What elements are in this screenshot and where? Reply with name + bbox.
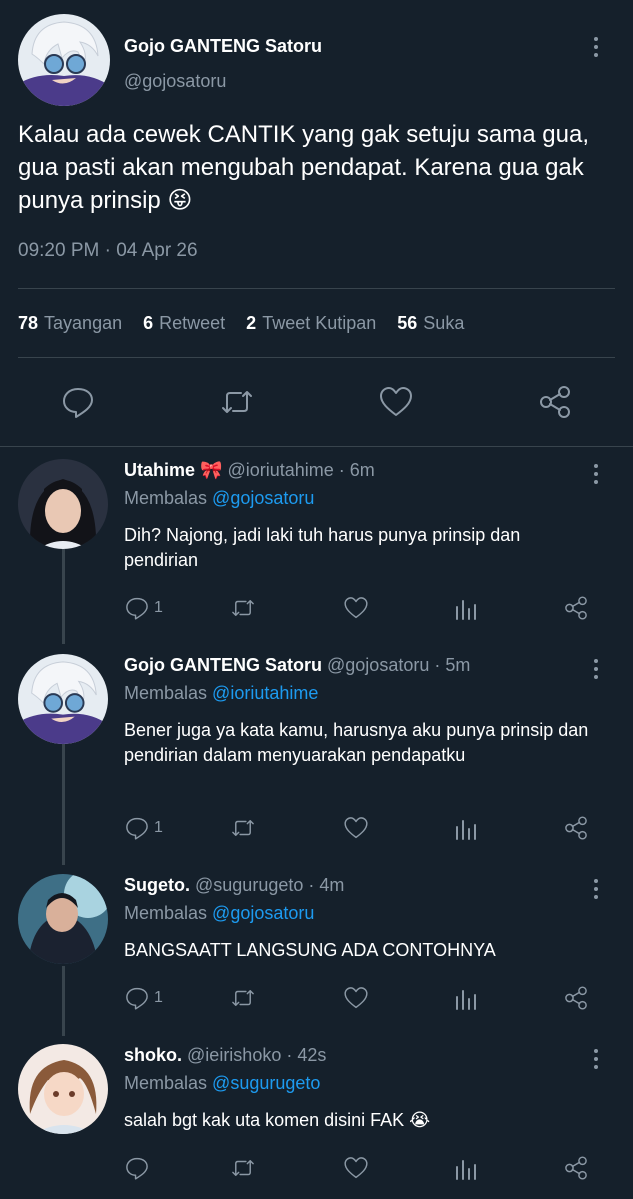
more-vertical-icon[interactable] [586, 1046, 606, 1072]
more-vertical-icon[interactable] [586, 876, 606, 902]
reply-tweet[interactable]: shoko. @ieirishoko · 42s Membalas @sugur… [0, 1044, 633, 1194]
more-vertical-icon[interactable] [586, 656, 606, 682]
replying-to: Membalas @sugurugeto [124, 1073, 321, 1093]
reply-button[interactable]: 1 [124, 983, 163, 1013]
reply-icon [126, 987, 148, 1010]
heart-icon[interactable] [343, 1153, 369, 1183]
reply-text: salah bgt kak uta komen disini FAK 😭 [124, 1110, 431, 1130]
reply-text: BANGSAATT LANGSUNG ADA CONTOHNYA [124, 940, 496, 960]
reply-actions: 1 [118, 983, 618, 1013]
views-icon[interactable] [453, 983, 479, 1013]
reply-button[interactable]: 1 [124, 593, 163, 623]
reply-tweet[interactable]: Gojo GANTENG Satoru @gojosatoru · 5m Mem… [0, 654, 633, 854]
stat-likes[interactable]: 56 Suka [397, 313, 464, 334]
author-name[interactable]: Sugeto. [124, 875, 190, 895]
author-handle[interactable]: @sugurugeto [195, 875, 303, 895]
mention-link[interactable]: @ioriutahime [212, 683, 318, 703]
more-vertical-icon[interactable] [586, 461, 606, 487]
main-tweet-header: Gojo GANTENG Satoru @gojosatoru [18, 14, 618, 106]
avatar[interactable] [18, 14, 110, 106]
more-vertical-icon[interactable] [586, 34, 606, 60]
retweet-icon[interactable] [230, 593, 256, 623]
mention-link[interactable]: @gojosatoru [212, 488, 314, 508]
author-handle[interactable]: @ioriutahime [227, 460, 333, 480]
replying-to: Membalas @gojosatoru [124, 903, 315, 923]
heart-icon[interactable] [378, 384, 414, 420]
reply-tweet[interactable]: Sugeto. @sugurugeto · 4m Membalas @gojos… [0, 874, 633, 1024]
views-icon[interactable] [453, 813, 479, 843]
author-name[interactable]: shoko. [124, 1045, 182, 1065]
reply-button[interactable]: 1 [124, 813, 163, 843]
reply-count: 1 [154, 599, 163, 616]
avatar[interactable] [18, 874, 108, 964]
reply-icon [126, 1157, 148, 1180]
tweet-stats: 78 Tayangan 6 Retweet 2 Tweet Kutipan 56 Suk… [18, 313, 485, 334]
share-icon[interactable] [563, 813, 589, 843]
retweet-icon[interactable] [230, 983, 256, 1013]
reply-icon[interactable] [60, 384, 96, 420]
stat-views[interactable]: 78 Tayangan [18, 313, 122, 334]
reply-time: · 5m [434, 655, 471, 675]
stat-quotes[interactable]: 2 Tweet Kutipan [246, 313, 376, 334]
retweet-icon[interactable] [219, 384, 255, 420]
reply-actions: 1 [118, 593, 618, 623]
author-name[interactable]: Utahime 🎀 [124, 460, 222, 480]
share-icon[interactable] [537, 384, 573, 420]
reply-icon [126, 817, 148, 840]
reply-text: Dih? Najong, jadi laki tuh harus punya p… [124, 525, 521, 570]
share-icon[interactable] [563, 1153, 589, 1183]
views-icon[interactable] [453, 1153, 479, 1183]
tweet-timestamp: 09:20 PM · 04 Apr 26 [18, 240, 198, 261]
reply-actions [118, 1153, 618, 1183]
reply-header: Utahime 🎀 @ioriutahime · 6m [124, 460, 375, 481]
divider [18, 288, 615, 289]
reply-actions: 1 [118, 813, 618, 843]
avatar[interactable] [18, 654, 108, 744]
divider [0, 446, 633, 447]
avatar[interactable] [18, 459, 108, 549]
retweet-icon[interactable] [230, 1153, 256, 1183]
avatar[interactable] [18, 1044, 108, 1134]
author-handle[interactable]: @gojosatoru [124, 71, 226, 92]
reply-count: 1 [154, 989, 163, 1006]
author-handle[interactable]: @gojosatoru [327, 655, 429, 675]
replying-to: Membalas @ioriutahime [124, 683, 319, 703]
reply-header: Sugeto. @sugurugeto · 4m [124, 875, 344, 896]
reply-header: Gojo GANTENG Satoru @gojosatoru · 5m [124, 655, 470, 676]
author-name[interactable]: Gojo GANTENG Satoru [124, 655, 322, 675]
reply-time: · 6m [338, 460, 375, 480]
retweet-icon[interactable] [230, 813, 256, 843]
stat-retweets[interactable]: 6 Retweet [143, 313, 225, 334]
heart-icon[interactable] [343, 593, 369, 623]
share-icon[interactable] [563, 983, 589, 1013]
mention-link[interactable]: @sugurugeto [212, 1073, 320, 1093]
main-tweet-actions [0, 380, 633, 426]
reply-header: shoko. @ieirishoko · 42s [124, 1045, 326, 1066]
heart-icon[interactable] [343, 983, 369, 1013]
tweet-text: Kalau ada cewek CANTIK yang gak setuju s… [18, 121, 589, 214]
reply-count: 1 [154, 819, 163, 836]
author-handle[interactable]: @ieirishoko [187, 1045, 281, 1065]
reply-button[interactable] [124, 1153, 154, 1183]
reply-text: Bener juga ya kata kamu, harusnya aku pu… [124, 720, 589, 765]
reply-tweet[interactable]: Utahime 🎀 @ioriutahime · 6m Membalas @go… [0, 459, 633, 639]
author-name[interactable]: Gojo GANTENG Satoru [124, 36, 322, 57]
reply-time: · 42s [286, 1045, 327, 1065]
divider [18, 357, 615, 358]
reply-time: · 4m [308, 875, 345, 895]
mention-link[interactable]: @gojosatoru [212, 903, 314, 923]
reply-icon [126, 597, 148, 620]
replying-to: Membalas @gojosatoru [124, 488, 315, 508]
heart-icon[interactable] [343, 813, 369, 843]
share-icon[interactable] [563, 593, 589, 623]
views-icon[interactable] [453, 593, 479, 623]
